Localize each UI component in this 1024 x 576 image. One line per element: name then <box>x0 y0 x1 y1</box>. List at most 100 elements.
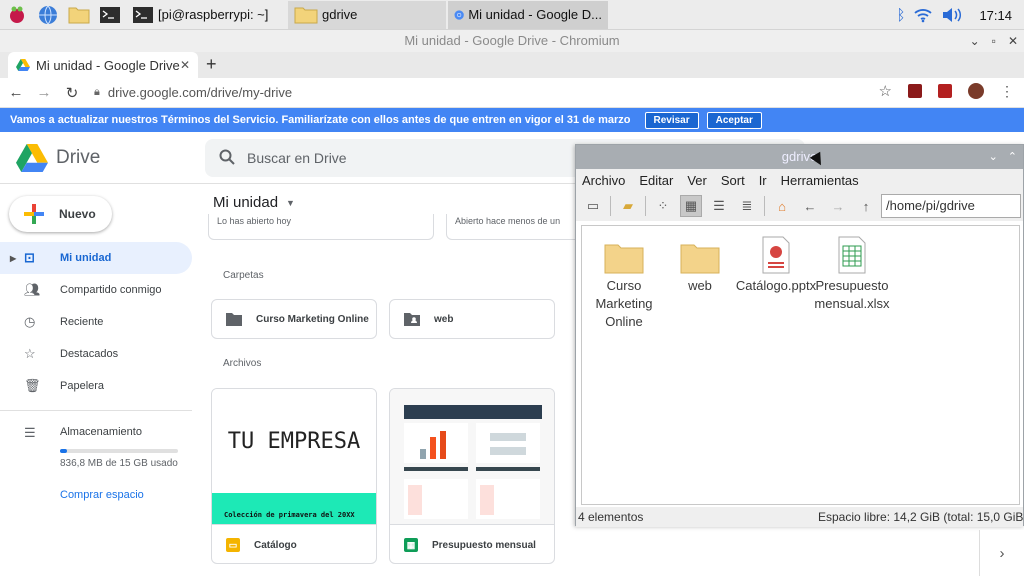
sidebar-item-starred[interactable]: ☆ Destacados <box>0 338 192 370</box>
compact-view-icon[interactable]: ☰ <box>708 195 730 217</box>
buy-storage-link[interactable]: Comprar espacio <box>60 489 144 501</box>
file-manager-title-bar[interactable]: gdrive ⌄ ⌃ <box>576 145 1023 169</box>
main-content: Mi unidad ▼ Lo has abierto hoy Abierto h… <box>200 184 575 576</box>
suggested-card[interactable]: Abierto hace menos de un <box>446 214 575 240</box>
lock-icon: 🔒︎ <box>94 86 100 98</box>
menu-icon[interactable]: ⋮ <box>1000 83 1014 100</box>
sidebar-item-label: Reciente <box>60 316 104 328</box>
fm-item-curso[interactable]: Curso Marketing Online <box>582 234 666 331</box>
terminal-icon <box>133 6 153 23</box>
sidebar-item-trash[interactable]: 🗑︎ Papelera <box>0 370 192 402</box>
maximize-icon[interactable]: ▫ <box>992 30 996 52</box>
page-title[interactable]: Mi unidad ▼ <box>213 194 295 211</box>
slides-icon: ▭ <box>226 538 240 552</box>
drive-logo[interactable]: Drive <box>16 144 100 172</box>
file-card-catalogo[interactable]: TU EMPRESA Colección de primavera del 20… <box>211 388 377 564</box>
folder-icon <box>680 244 720 274</box>
sidebar-item-shared[interactable]: 👥︎ Compartido conmigo <box>0 274 192 306</box>
new-tab-button[interactable]: + <box>206 54 217 75</box>
folder-icon <box>294 7 318 23</box>
menu-herramientas[interactable]: Herramientas <box>781 173 859 188</box>
banner-text: Vamos a actualizar nuestros Términos del… <box>10 114 631 126</box>
wifi-icon[interactable] <box>913 7 933 23</box>
home-icon[interactable]: ⌂ <box>771 195 793 217</box>
close-icon[interactable]: ✕ <box>1008 30 1018 52</box>
back-icon[interactable]: ← <box>4 84 28 101</box>
new-folder-icon[interactable]: ▰ <box>617 195 639 217</box>
folder-card-web[interactable]: web <box>389 299 555 339</box>
taskbar-task-chromium[interactable]: Mi unidad - Google D... <box>448 0 608 29</box>
file-manager-view: Curso Marketing Online web Catálogo.pptx… <box>581 225 1020 505</box>
fm-item-catalogo[interactable]: Catálogo.pptx <box>734 234 818 295</box>
spreadsheet-preview <box>404 405 542 519</box>
suggested-card[interactable]: Lo has abierto hoy <box>208 214 434 240</box>
menu-editar[interactable]: Editar <box>639 173 673 188</box>
tab-label: Mi unidad - Google Drive <box>36 57 180 73</box>
fm-item-web[interactable]: web <box>658 234 742 295</box>
fm-item-presupuesto[interactable]: Presupuesto mensual.xlsx <box>810 234 894 313</box>
storage-label[interactable]: Almacenamiento <box>60 426 142 438</box>
minimize-icon[interactable]: ⌄ <box>989 145 998 169</box>
drive-favicon-icon <box>16 59 30 71</box>
clock: 17:14 <box>979 7 1012 23</box>
sidebar-item-my-drive[interactable]: ▶ ⊡ Mi unidad <box>0 242 192 274</box>
new-window-icon[interactable]: ▭ <box>582 195 604 217</box>
maximize-icon[interactable]: ⌃ <box>1008 145 1017 169</box>
thumbnail-view-icon[interactable]: ▦ <box>680 195 702 217</box>
folder-icon <box>604 244 644 274</box>
sidebar-item-label: Compartido conmigo <box>60 284 162 296</box>
list-view-icon[interactable]: ≣ <box>736 195 758 217</box>
address-bar[interactable]: 🔒︎ drive.google.com/drive/my-drive <box>94 80 884 106</box>
avatar[interactable] <box>968 83 984 99</box>
path-input[interactable]: /home/pi/gdrive <box>881 194 1021 218</box>
files-heading: Archivos <box>223 358 262 369</box>
taskbar: [pi@raspberrypi: ~] gdrive Mi unidad - G… <box>0 0 1024 30</box>
menu-ver[interactable]: Ver <box>687 173 707 188</box>
tab-google-drive[interactable]: Mi unidad - Google Drive ✕ <box>8 52 198 78</box>
bookmark-star-icon[interactable]: ☆ <box>879 82 892 100</box>
side-panel-expand-button[interactable]: › <box>979 530 1024 576</box>
file-card-label: Catálogo <box>254 539 297 551</box>
file-manager-launcher-icon[interactable] <box>65 1 93 29</box>
people-icon: 👥︎ <box>24 282 41 297</box>
drive-logo-text: Drive <box>56 147 101 168</box>
volume-icon[interactable] <box>941 7 963 23</box>
taskbar-task-gdrive[interactable]: gdrive <box>288 0 446 29</box>
sidebar: Nuevo ▶ ⊡ Mi unidad 👥︎ Compartido conmig… <box>0 184 200 576</box>
raspberry-menu-icon[interactable] <box>3 1 31 29</box>
menu-archivo[interactable]: Archivo <box>582 173 625 188</box>
review-button[interactable]: Revisar <box>644 111 699 129</box>
menu-sort[interactable]: Sort <box>721 173 745 188</box>
new-button[interactable]: Nuevo <box>9 196 112 232</box>
icon-view-icon[interactable]: ⁘ <box>652 195 674 217</box>
up-icon[interactable]: ↑ <box>855 195 877 217</box>
back-icon[interactable]: ← <box>799 195 821 217</box>
caret-right-icon[interactable]: ▶ <box>10 254 16 263</box>
tab-close-icon[interactable]: ✕ <box>180 58 190 72</box>
chevron-down-icon: ▼ <box>286 197 295 208</box>
spreadsheet-file-icon <box>838 236 866 274</box>
thumbnail-strip: Colección de primavera del 20XX <box>212 493 376 524</box>
extension-icon[interactable] <box>908 84 922 98</box>
toolbar-separator <box>645 196 646 216</box>
search-icon[interactable] <box>219 149 247 168</box>
bluetooth-icon[interactable]: ᛒ <box>896 7 905 24</box>
browser-launcher-icon[interactable] <box>34 1 62 29</box>
minimize-icon[interactable]: ⌄ <box>970 30 980 52</box>
accept-button[interactable]: Aceptar <box>706 111 762 129</box>
reload-icon[interactable]: ↻ <box>60 84 84 102</box>
window-title-text: Mi unidad - Google Drive - Chromium <box>404 33 620 48</box>
presentation-file-icon <box>762 236 790 274</box>
shared-folder-icon <box>404 313 420 326</box>
folder-card-curso[interactable]: Curso Marketing Online <box>211 299 377 339</box>
menu-ir[interactable]: Ir <box>759 173 767 188</box>
forward-icon[interactable]: → <box>32 84 56 101</box>
extension-icon[interactable] <box>938 84 952 98</box>
file-card-presupuesto[interactable]: ▦ Presupuesto mensual <box>389 388 555 564</box>
taskbar-task-label: gdrive <box>322 7 358 22</box>
forward-icon[interactable]: → <box>827 195 849 217</box>
terminal-launcher-icon[interactable] <box>96 1 124 29</box>
terms-banner: Vamos a actualizar nuestros Términos del… <box>0 108 1024 132</box>
taskbar-task-terminal[interactable]: [pi@raspberrypi: ~] <box>126 1 286 29</box>
sidebar-item-recent[interactable]: ◷ Reciente <box>0 306 192 338</box>
